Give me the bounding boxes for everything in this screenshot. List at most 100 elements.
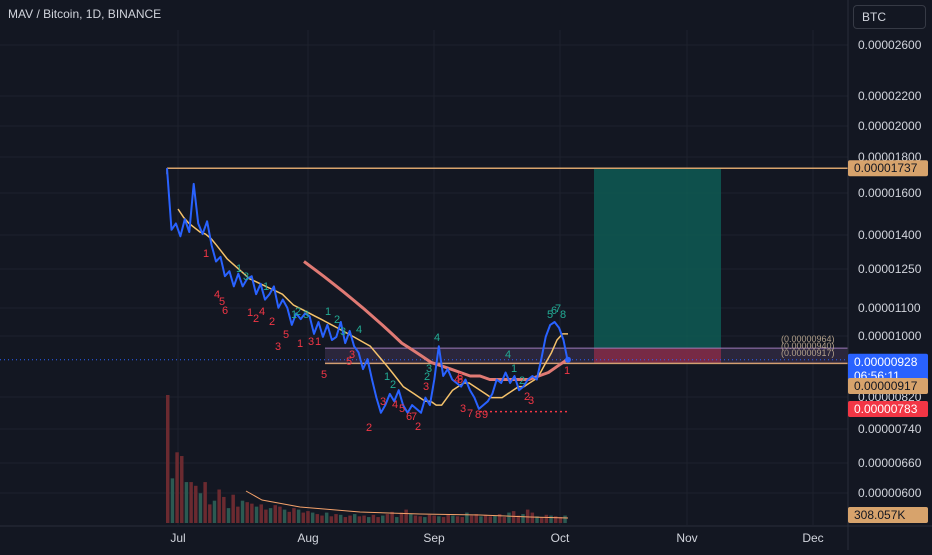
- count-label-green: 1: [325, 306, 331, 318]
- volume-bar: [460, 517, 464, 523]
- volume-bar: [292, 508, 296, 523]
- count-label-red: 3: [380, 396, 386, 408]
- count-label-red: 6: [457, 371, 463, 383]
- count-label-red: 8: [475, 409, 481, 421]
- volume-bar: [544, 514, 549, 523]
- volume-bar: [175, 452, 179, 523]
- volume-bar: [530, 512, 535, 523]
- target-level-label: 0.00001737: [854, 161, 918, 175]
- level-annotation: (0.00000917): [781, 348, 835, 358]
- count-label-green: 2: [519, 375, 525, 387]
- volume-bar: [399, 512, 404, 523]
- volume-bar: [451, 515, 455, 523]
- volume-bar: [198, 493, 203, 523]
- count-label-green: 4: [434, 332, 440, 344]
- volume-bar: [334, 514, 338, 523]
- count-label-red: 1: [297, 338, 303, 350]
- count-label-red: 9: [482, 409, 488, 421]
- volume-bar: [282, 509, 287, 523]
- volume-bar: [371, 514, 376, 523]
- volume-bar: [493, 515, 497, 523]
- currency-button[interactable]: BTC: [853, 5, 926, 29]
- count-label-green: 1: [511, 363, 517, 375]
- volume-bar: [338, 514, 343, 523]
- volume-bar: [324, 512, 329, 523]
- chart-background: [0, 0, 932, 550]
- count-label-red: 6: [222, 305, 228, 317]
- count-label-green: 3: [303, 309, 309, 321]
- volume-bar: [194, 485, 198, 523]
- profit-zone[interactable]: [594, 168, 721, 349]
- volume-bar: [432, 515, 436, 523]
- count-label-green: 8: [560, 309, 566, 321]
- entry-level-label: 0.00000917: [854, 379, 918, 393]
- volume-bar: [395, 517, 399, 523]
- volume-bar: [404, 509, 408, 523]
- volume-bar: [259, 504, 263, 523]
- volume-bar: [180, 456, 184, 523]
- volume-bar: [189, 482, 193, 523]
- volume-bar: [469, 515, 474, 523]
- count-label-red: 2: [269, 316, 275, 328]
- volume-bar: [521, 514, 525, 523]
- volume-bar: [254, 506, 259, 523]
- volume-bar: [273, 505, 277, 523]
- volume-bar: [437, 516, 441, 523]
- volume-bar: [306, 511, 310, 523]
- position-zone[interactable]: [594, 168, 721, 364]
- volume-bar: [352, 514, 357, 523]
- x-tick-label: Aug: [297, 531, 318, 545]
- count-label-green: 4: [356, 324, 362, 336]
- volume-bar: [240, 500, 245, 523]
- volume-bar: [166, 395, 170, 523]
- count-label-red: 2: [415, 421, 421, 433]
- volume-bar: [278, 506, 282, 523]
- volume-bar: [413, 515, 418, 523]
- count-label-green: 1: [263, 281, 269, 293]
- volume-bar: [212, 500, 217, 523]
- y-tick-label: 0.00001400: [858, 228, 922, 242]
- count-label-green: 3: [243, 271, 249, 283]
- volume-bar: [315, 514, 320, 523]
- volume-bar: [563, 515, 567, 523]
- y-tick-label: 0.00001250: [858, 262, 922, 276]
- count-label-green: 2: [334, 314, 340, 326]
- volume-bar: [423, 517, 427, 523]
- volume-bar: [381, 515, 385, 523]
- volume-bar: [348, 515, 352, 523]
- y-tick-label: 0.00002200: [858, 89, 922, 103]
- price-last-point: [565, 356, 571, 363]
- volume-bar: [222, 496, 226, 523]
- symbol-title[interactable]: MAV / Bitcoin, 1D, BINANCE: [8, 7, 161, 21]
- chart-svg: (0.00000964)(0.00000940)(0.00000917) 145…: [0, 0, 932, 550]
- count-label-red: 1: [203, 248, 209, 260]
- volume-bar: [236, 506, 240, 523]
- volume-bar: [418, 516, 422, 523]
- volume-bar: [296, 509, 301, 523]
- count-label-red: 2: [366, 422, 372, 434]
- volume-bar: [511, 511, 516, 523]
- count-label-green: 3: [426, 363, 432, 375]
- volume-bar: [367, 517, 371, 523]
- count-label-red: 1: [315, 336, 321, 348]
- volume-bar: [525, 509, 530, 523]
- x-tick-label: Jul: [170, 531, 185, 545]
- count-label-red: 5: [399, 403, 405, 415]
- volume-bar: [264, 509, 268, 523]
- volume-bar: [231, 494, 235, 523]
- count-label-green: 3: [340, 326, 346, 338]
- volume-bar: [287, 511, 292, 523]
- volume-bar: [203, 482, 207, 523]
- volume-bar: [441, 517, 446, 523]
- volume-bar: [357, 516, 362, 523]
- x-tick-label: Dec: [802, 531, 823, 545]
- stop-level-label: 0.00000783: [854, 402, 918, 416]
- y-tick-label: 0.00001000: [858, 329, 922, 343]
- count-label-red: 5: [321, 369, 327, 381]
- y-tick-label: 0.00000600: [858, 486, 922, 500]
- volume-bar: [329, 516, 334, 523]
- count-label-green: 2: [390, 379, 396, 391]
- volume-bar: [385, 514, 390, 523]
- volume-bar: [549, 515, 553, 523]
- range-band: [325, 348, 848, 364]
